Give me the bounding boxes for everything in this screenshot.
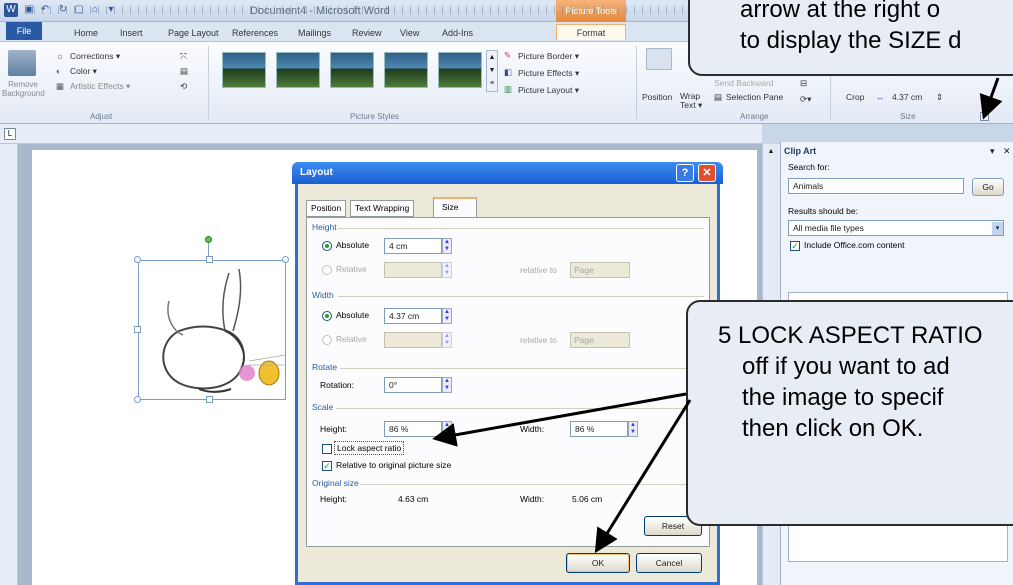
annotation-arrows [432,77,1003,554]
arrow-to-lock-aspect [432,392,687,447]
arrow-to-size-launcher [979,77,1003,120]
arrow-to-ok-button [594,399,692,554]
